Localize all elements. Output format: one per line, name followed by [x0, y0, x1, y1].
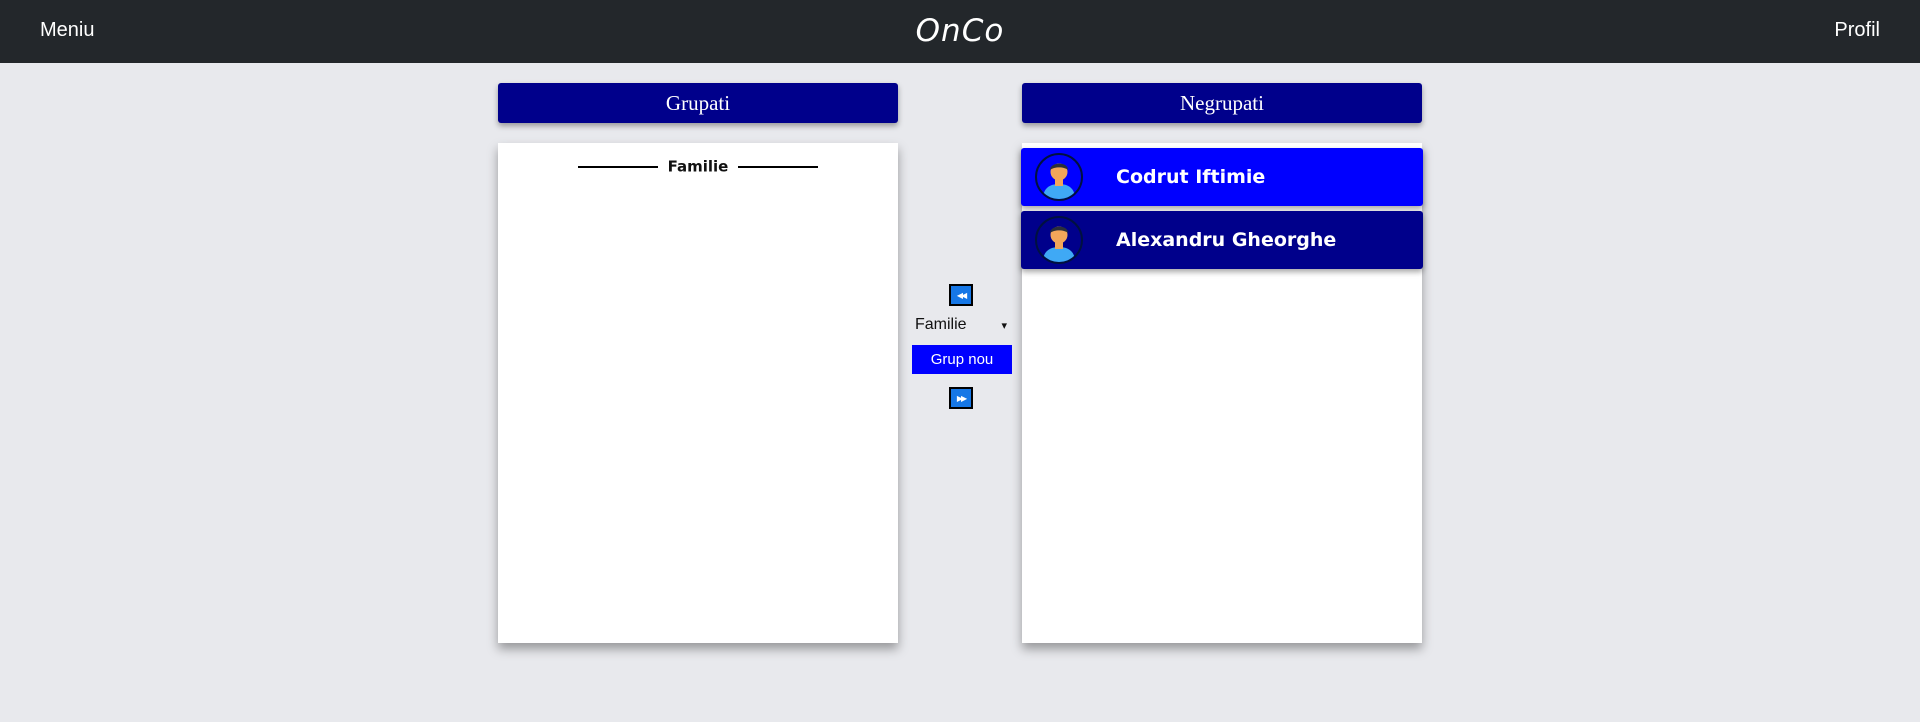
chevron-down-icon: ▾ — [1001, 320, 1007, 332]
new-group-button[interactable]: Grup nou — [912, 345, 1012, 374]
ungrouped-panel-header: Negrupati — [1022, 83, 1422, 123]
ungrouped-panel: Codrut Iftimie Alexandru Gheorghe — [1021, 143, 1423, 643]
group-select-value: Familie — [915, 316, 967, 333]
divider-right — [738, 165, 819, 168]
contact-name: Alexandru Gheorghe — [1116, 229, 1337, 251]
divider-left — [577, 165, 658, 168]
group-name: Familie — [667, 157, 729, 176]
profile-link[interactable]: Profil — [1834, 19, 1880, 42]
fast-forward-icon: ▶▶ — [956, 394, 967, 403]
person-avatar-icon — [1035, 153, 1083, 201]
group-section-familie: Familie — [498, 157, 898, 176]
brand-logo: OnCo — [915, 13, 1005, 49]
contact-name: Codrut Iftimie — [1116, 166, 1266, 188]
move-to-grouped-button[interactable]: ◀◀ — [949, 284, 973, 306]
menu-link[interactable]: Meniu — [40, 19, 94, 42]
grouped-panel: Familie — [498, 143, 898, 643]
person-avatar-icon — [1035, 216, 1083, 264]
group-select[interactable]: Familie ▾ — [915, 316, 1007, 336]
grouped-panel-header: Grupati — [498, 83, 898, 123]
move-to-ungrouped-button[interactable]: ▶▶ — [949, 387, 973, 409]
contact-item[interactable]: Codrut Iftimie — [1021, 148, 1423, 206]
contact-item[interactable]: Alexandru Gheorghe — [1021, 211, 1423, 269]
rewind-icon: ◀◀ — [956, 291, 967, 300]
top-navbar: Meniu OnCo Profil — [0, 0, 1920, 63]
